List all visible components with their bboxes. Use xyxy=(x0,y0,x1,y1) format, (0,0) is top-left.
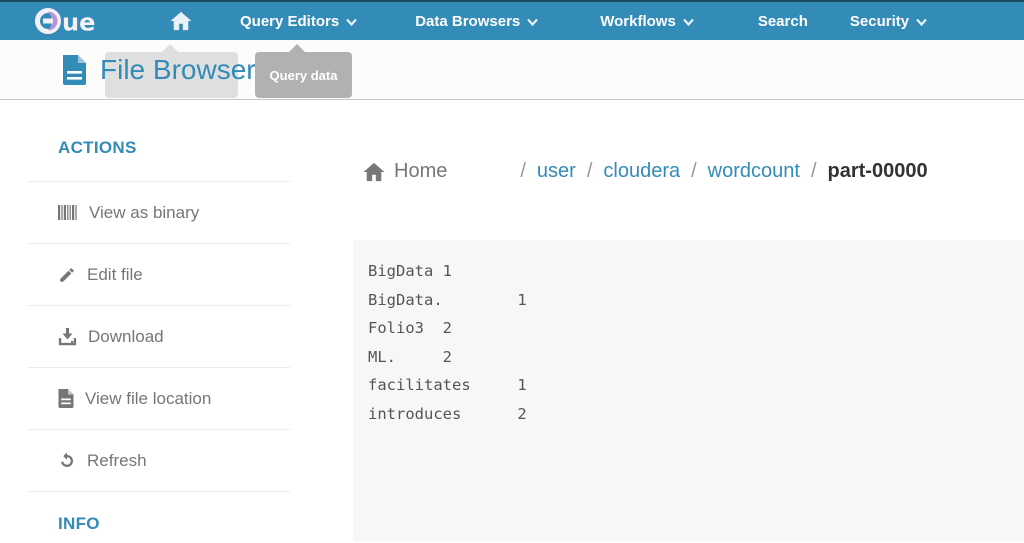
chevron-down-icon xyxy=(683,18,694,26)
sidebar-item-label: View file location xyxy=(85,388,212,408)
file-browser-icon xyxy=(63,55,86,85)
nav-data-browsers-label: Data Browsers xyxy=(415,12,521,30)
sidebar-item-refresh[interactable]: Refresh xyxy=(28,429,290,491)
nav-workflows-label: Workflows xyxy=(600,12,676,30)
hue-logo-icon: ue xyxy=(35,8,95,36)
breadcrumb-current-file: part-00000 xyxy=(827,160,928,182)
nav-data-browsers[interactable]: Data Browsers xyxy=(415,12,539,30)
nav-security-label: Security xyxy=(849,12,910,30)
tooltip-query-data: Query data xyxy=(255,44,352,98)
main-panel: Home / user / cloudera / wordcount / par… xyxy=(353,100,1024,541)
top-navbar: ue Query Editors Data Browsers Workflows… xyxy=(0,0,1024,40)
nav-security[interactable]: Security xyxy=(850,13,927,30)
sidebar-item-label: View as binary xyxy=(89,202,200,222)
nav-search[interactable]: Search xyxy=(758,13,808,30)
breadcrumb: Home / user / cloudera / wordcount / par… xyxy=(363,160,1024,183)
file-icon xyxy=(58,389,74,408)
sidebar-item-edit-file[interactable]: Edit file xyxy=(28,243,290,305)
nav-search-label: Search xyxy=(757,12,808,30)
tooltip-arrow xyxy=(162,44,178,52)
sidebar-heading-actions: ACTIONS xyxy=(58,138,137,157)
chevron-down-icon xyxy=(346,18,358,26)
download-icon xyxy=(58,327,77,345)
barcode-icon xyxy=(58,205,77,220)
breadcrumb-home[interactable]: Home xyxy=(363,160,447,183)
nav-query-editors-label: Query Editors xyxy=(240,12,340,30)
chevron-down-icon xyxy=(916,18,927,26)
nav-query-editors[interactable]: Query Editors xyxy=(240,12,358,30)
app-subheader: File Browser Query data xyxy=(0,40,1024,100)
sidebar-heading-info: INFO xyxy=(58,514,100,533)
hue-logo[interactable]: ue xyxy=(34,7,120,35)
tooltip-query-data-label: Query data xyxy=(269,67,338,83)
breadcrumb-wordcount[interactable]: wordcount xyxy=(708,160,800,183)
file-content-text: BigData 1 BigData. 1 Folio3 2 ML. 2 faci… xyxy=(368,262,527,423)
nav-home-button[interactable] xyxy=(170,11,192,31)
breadcrumb-cloudera[interactable]: cloudera xyxy=(603,160,680,183)
breadcrumb-separator: / xyxy=(520,160,526,182)
sidebar-item-label: Edit file xyxy=(87,264,143,284)
breadcrumb-user[interactable]: user xyxy=(537,160,576,183)
home-icon xyxy=(363,162,385,181)
sidebar-item-label: Download xyxy=(88,326,164,346)
nav-workflows[interactable]: Workflows xyxy=(600,13,694,30)
sidebar-item-view-as-binary[interactable]: View as binary xyxy=(28,181,290,243)
breadcrumb-separator: / xyxy=(691,160,697,182)
sidebar-item-label: Refresh xyxy=(87,450,147,470)
page-title: File Browser xyxy=(100,54,256,85)
sidebar-item-view-file-location[interactable]: View file location xyxy=(28,367,290,429)
pencil-icon xyxy=(60,267,74,282)
chevron-down-icon xyxy=(527,18,539,26)
file-content-viewer[interactable]: BigData 1 BigData. 1 Folio3 2 ML. 2 faci… xyxy=(353,240,1024,541)
breadcrumb-separator: / xyxy=(586,160,593,182)
breadcrumb-separator: / xyxy=(810,160,817,182)
sidebar-item-download[interactable]: Download xyxy=(28,305,290,367)
breadcrumb-home-label: Home xyxy=(394,160,448,182)
app-title: File Browser xyxy=(62,54,256,86)
refresh-icon xyxy=(61,451,73,467)
tooltip-arrow xyxy=(289,44,305,52)
sidebar: ACTIONS View as binary Edit file Downloa… xyxy=(0,100,353,541)
home-icon xyxy=(170,11,192,31)
breadcrumb-trail: / user / cloudera / wordcount / part-000… xyxy=(509,160,927,183)
hue-logo-text: ue xyxy=(62,9,95,36)
